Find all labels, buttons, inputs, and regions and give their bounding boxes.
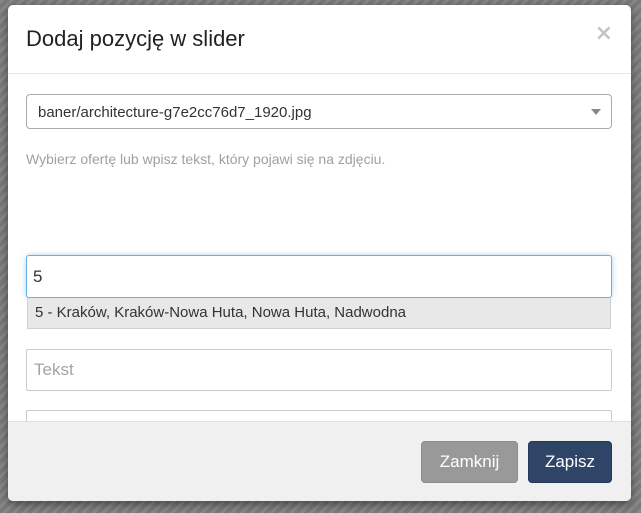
modal-body: baner/architecture-g7e2cc76d7_1920.jpg W… [8,74,631,452]
offer-search-input[interactable] [26,255,612,298]
modal-footer: Zamknij Zapisz [8,421,631,501]
close-icon[interactable]: × [595,23,613,45]
add-slider-item-dialog: Dodaj pozycję w slider × baner/architect… [8,5,631,501]
close-button[interactable]: Zamknij [421,441,518,483]
image-select-value: baner/architecture-g7e2cc76d7_1920.jpg [38,104,312,121]
save-button[interactable]: Zapisz [528,441,612,483]
modal-title: Dodaj pozycję w slider [26,26,245,51]
autocomplete-item[interactable]: 5 - Kraków, Kraków-Nowa Huta, Nowa Huta,… [28,298,610,328]
form-hint: Wybierz ofertę lub wpisz tekst, który po… [26,151,386,167]
autocomplete-list: 5 - Kraków, Kraków-Nowa Huta, Nowa Huta,… [27,298,611,329]
image-select[interactable]: baner/architecture-g7e2cc76d7_1920.jpg [26,94,612,129]
text-input[interactable] [26,349,612,391]
chevron-down-icon[interactable] [591,109,601,115]
modal-header: Dodaj pozycję w slider × [8,5,631,74]
